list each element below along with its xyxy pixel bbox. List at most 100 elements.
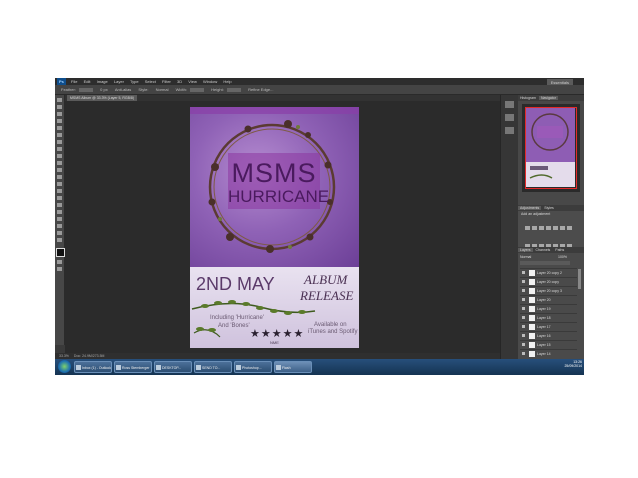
layer-row[interactable]: Layer 20 copy bbox=[520, 277, 577, 286]
menu-image[interactable]: Image bbox=[97, 79, 108, 84]
navigator-view-box[interactable] bbox=[525, 107, 577, 189]
layer-row[interactable]: Layer 16 bbox=[520, 331, 577, 340]
dodge-tool-icon[interactable] bbox=[57, 189, 62, 193]
layer-row[interactable]: Layer 14 bbox=[520, 349, 577, 358]
layer-row[interactable]: Layer 20 bbox=[520, 295, 577, 304]
menu-file[interactable]: File bbox=[71, 79, 77, 84]
style-select[interactable]: Normal bbox=[156, 87, 169, 92]
pen-tool-icon[interactable] bbox=[57, 196, 62, 200]
lock-icons-row[interactable] bbox=[520, 261, 570, 265]
menu-view[interactable]: View bbox=[188, 79, 197, 84]
eye-icon[interactable] bbox=[522, 298, 525, 301]
eyedropper-tool-icon[interactable] bbox=[57, 133, 62, 137]
layers-scrollbar[interactable] bbox=[578, 269, 581, 289]
eye-icon[interactable] bbox=[522, 271, 525, 274]
path-select-tool-icon[interactable] bbox=[57, 210, 62, 214]
file-icon bbox=[236, 365, 241, 370]
layer-row[interactable]: Layer 17 bbox=[520, 322, 577, 331]
exposure-icon[interactable] bbox=[546, 226, 551, 230]
navigator-thumbnail[interactable] bbox=[522, 104, 580, 192]
layer-name: Layer 16 bbox=[537, 334, 551, 338]
menu-layer[interactable]: Layer bbox=[114, 79, 124, 84]
tab-paths[interactable]: Paths bbox=[553, 248, 566, 252]
anti-alias-checkbox[interactable]: Anti-alias bbox=[115, 87, 131, 92]
menu-edit[interactable]: Edit bbox=[84, 79, 91, 84]
eye-icon[interactable] bbox=[522, 343, 525, 346]
tab-histogram[interactable]: Histogram bbox=[518, 96, 538, 100]
layer-row[interactable]: Layer 15 bbox=[520, 340, 577, 349]
menu-type[interactable]: Type bbox=[130, 79, 139, 84]
layer-row[interactable]: Layer 20 copy 2 bbox=[520, 268, 577, 277]
eye-icon[interactable] bbox=[522, 334, 525, 337]
eye-icon[interactable] bbox=[522, 352, 525, 355]
brightness-icon[interactable] bbox=[525, 226, 530, 230]
color-balance-icon[interactable] bbox=[567, 226, 572, 230]
taskbar-folder-2[interactable]: SEND TO... bbox=[194, 361, 232, 373]
levels-icon[interactable] bbox=[532, 226, 537, 230]
tools-panel bbox=[55, 95, 65, 345]
gradient-tool-icon[interactable] bbox=[57, 175, 62, 179]
3d-rotate-tool-icon[interactable] bbox=[57, 224, 62, 228]
brush-panel-icon[interactable] bbox=[505, 127, 514, 134]
zoom-level[interactable]: 33.3% bbox=[59, 354, 69, 358]
width-input[interactable] bbox=[190, 87, 205, 92]
layer-name: Layer 20 bbox=[537, 298, 551, 302]
tab-channels[interactable]: Channels bbox=[534, 248, 553, 252]
taskbar-photoshop-file[interactable]: Photoshop... bbox=[234, 361, 272, 373]
layer-row[interactable]: Layer 18 bbox=[520, 313, 577, 322]
layer-name: Layer 15 bbox=[537, 343, 551, 347]
history-brush-tool-icon[interactable] bbox=[57, 161, 62, 165]
move-tool-icon[interactable] bbox=[57, 98, 62, 102]
start-button[interactable] bbox=[58, 360, 71, 373]
taskbar-folder-1[interactable]: DESKTOP... bbox=[154, 361, 192, 373]
tab-adjustments[interactable]: Adjustments bbox=[518, 206, 542, 210]
screen-mode-icon[interactable] bbox=[57, 267, 62, 271]
eye-icon[interactable] bbox=[522, 289, 525, 292]
menu-filter[interactable]: Filter bbox=[162, 79, 171, 84]
lasso-tool-icon[interactable] bbox=[57, 112, 62, 116]
quick-mask-icon[interactable] bbox=[57, 260, 62, 264]
history-panel-icon[interactable] bbox=[505, 101, 514, 108]
shape-tool-icon[interactable] bbox=[57, 217, 62, 221]
eraser-tool-icon[interactable] bbox=[57, 168, 62, 172]
menu-select[interactable]: Select bbox=[145, 79, 156, 84]
actions-panel-icon[interactable] bbox=[505, 114, 514, 121]
clone-stamp-tool-icon[interactable] bbox=[57, 154, 62, 158]
layer-row[interactable]: Layer 20 copy 3 bbox=[520, 286, 577, 295]
marquee-tool-icon[interactable] bbox=[57, 105, 62, 109]
width-label: Width: bbox=[175, 87, 187, 92]
taskbar-photoshop[interactable]: Flash bbox=[274, 361, 312, 373]
tab-navigator[interactable]: Navigator bbox=[538, 96, 558, 100]
menu-help[interactable]: Help bbox=[223, 79, 231, 84]
refine-edge-button[interactable]: Refine Edge... bbox=[248, 87, 273, 92]
layer-row[interactable]: Layer 19 bbox=[520, 304, 577, 313]
hand-tool-icon[interactable] bbox=[57, 231, 62, 235]
crop-tool-icon[interactable] bbox=[57, 126, 62, 130]
taskbar-browser[interactable]: Ross Sternberger bbox=[114, 361, 152, 373]
healing-brush-tool-icon[interactable] bbox=[57, 140, 62, 144]
blur-tool-icon[interactable] bbox=[57, 182, 62, 186]
quick-select-tool-icon[interactable] bbox=[57, 119, 62, 123]
type-tool-icon[interactable] bbox=[57, 203, 62, 207]
zoom-tool-icon[interactable] bbox=[57, 238, 62, 242]
taskbar-outlook[interactable]: Inbox (1) - Outlook bbox=[74, 361, 112, 373]
hue-saturation-icon[interactable] bbox=[560, 226, 565, 230]
eye-icon[interactable] bbox=[522, 316, 525, 319]
blend-mode-select[interactable]: Normal bbox=[520, 255, 531, 259]
eye-icon[interactable] bbox=[522, 325, 525, 328]
menu-window[interactable]: Window bbox=[203, 79, 217, 84]
foreground-color-swatch[interactable] bbox=[56, 248, 65, 257]
eye-icon[interactable] bbox=[522, 280, 525, 283]
doc-size: Doc: 24.9M/273.5M bbox=[73, 354, 105, 358]
vibrance-icon[interactable] bbox=[553, 226, 558, 230]
eye-icon[interactable] bbox=[522, 307, 525, 310]
menu-3d[interactable]: 3D bbox=[177, 79, 182, 84]
feather-input[interactable] bbox=[79, 87, 94, 92]
height-input[interactable] bbox=[226, 87, 241, 92]
brush-tool-icon[interactable] bbox=[57, 147, 62, 151]
poster-artwork: MSMS HURRICANE 2ND MAY ALBUM RELEASE Inc… bbox=[190, 107, 359, 348]
curves-icon[interactable] bbox=[539, 226, 544, 230]
tab-styles[interactable]: Styles bbox=[542, 206, 556, 210]
tab-layers[interactable]: Layers bbox=[518, 248, 533, 252]
opacity-field[interactable]: 100% bbox=[558, 255, 567, 259]
